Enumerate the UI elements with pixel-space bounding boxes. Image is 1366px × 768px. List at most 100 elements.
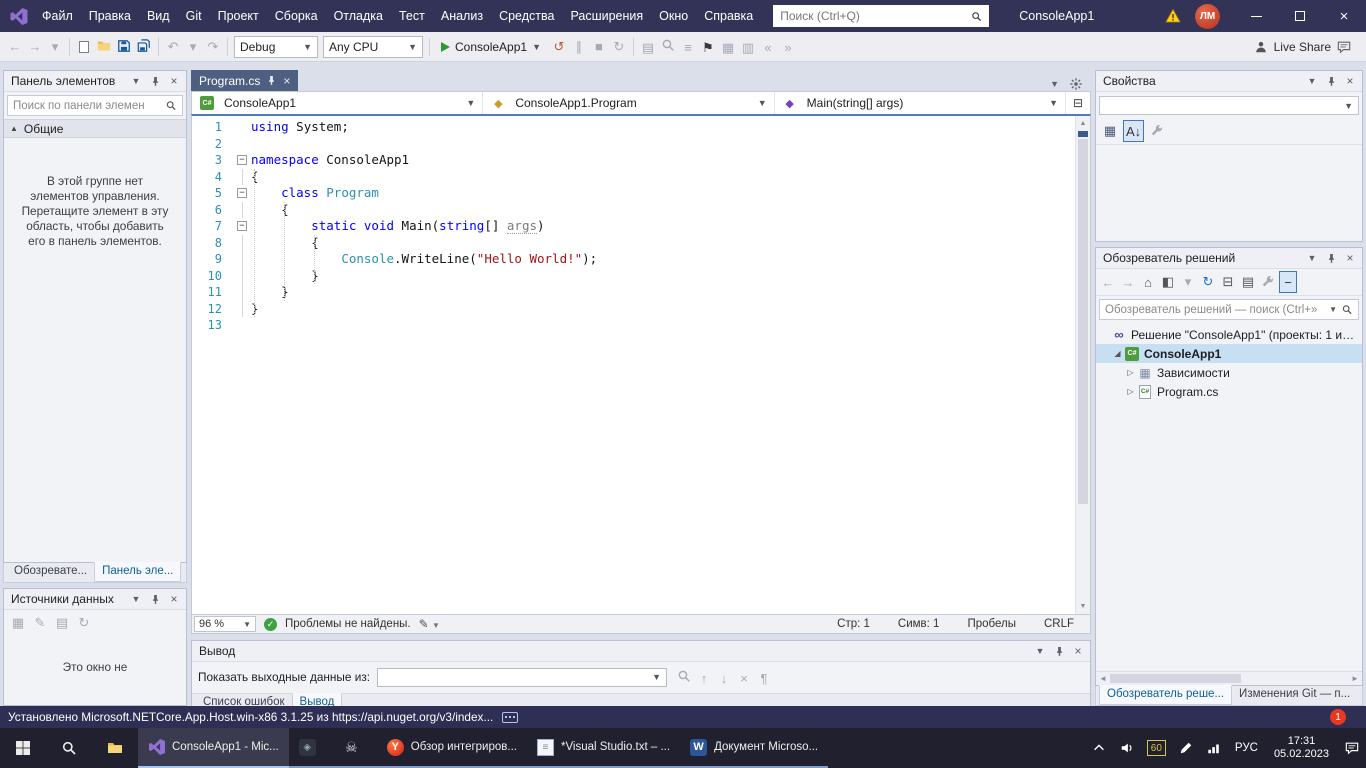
code-line-12[interactable]: 12} (192, 301, 1075, 318)
chevron-down-icon[interactable]: ▼ (1329, 305, 1337, 314)
word-wrap-icon[interactable]: ¶ (754, 668, 774, 690)
volume-icon[interactable] (1113, 728, 1141, 768)
horizontal-scrollbar[interactable]: ◄ ► (1096, 671, 1362, 685)
network-icon[interactable] (1200, 728, 1228, 768)
hot-reload-icon[interactable]: ↺ (549, 36, 569, 58)
pin-icon[interactable] (1051, 643, 1067, 659)
tab-toolbox[interactable]: Панель эле... (94, 562, 181, 582)
close-icon[interactable]: × (166, 591, 182, 607)
code-line-13[interactable]: 13 (192, 317, 1075, 334)
edit-data-source-icon[interactable]: ✎ (30, 612, 50, 634)
gear-icon[interactable] (1069, 77, 1083, 91)
minimize-button[interactable] (1234, 0, 1278, 32)
menu-item-6[interactable]: Сборка (267, 0, 326, 32)
find-message-icon[interactable] (674, 665, 694, 687)
window-position-icon[interactable]: ▼ (1304, 250, 1320, 266)
menu-item-10[interactable]: Средства (491, 0, 562, 32)
menu-item-4[interactable]: Git (178, 0, 210, 32)
hidden-icons-button[interactable] (1085, 728, 1113, 768)
window-position-icon[interactable]: ▼ (1032, 643, 1048, 659)
restart-icon[interactable]: ↻ (609, 36, 629, 58)
menu-item-7[interactable]: Отладка (326, 0, 391, 32)
close-icon[interactable]: × (1070, 643, 1086, 659)
code-line-1[interactable]: 1using System; (192, 119, 1075, 136)
taskbar-search-button[interactable] (46, 728, 92, 768)
menu-item-3[interactable]: Вид (139, 0, 178, 32)
taskbar-button-browser[interactable]: Обзор интегриров... (377, 728, 527, 768)
code-line-8[interactable]: 8 { (192, 235, 1075, 252)
solution-configurations-combo[interactable]: Debug▼ (234, 36, 318, 58)
code-line-9[interactable]: 9 Console.WriteLine("Hello World!"); (192, 251, 1075, 268)
scroll-down-icon[interactable]: ▼ (1076, 599, 1090, 614)
uncomment-selection-icon[interactable]: ▥ (738, 37, 758, 59)
document-outline-icon[interactable]: ≡ (678, 37, 698, 59)
column-indicator[interactable]: Симв: 1 (884, 618, 954, 630)
home-icon[interactable]: ⌂ (1139, 271, 1157, 293)
line-ending-indicator[interactable]: CRLF (1030, 618, 1088, 630)
scrollbar-thumb[interactable] (1078, 139, 1088, 504)
code-line-3[interactable]: 3−namespace ConsoleApp1 (192, 152, 1075, 169)
redo-icon[interactable]: ↷ (203, 36, 223, 58)
tab-solution-explorer[interactable]: Обозреватель реше... (1099, 685, 1232, 705)
next-message-icon[interactable]: ↓ (714, 668, 734, 690)
code-surface[interactable]: 1using System;23−namespace ConsoleApp14{… (192, 116, 1075, 614)
notifications-warning-icon[interactable] (1165, 8, 1183, 24)
expander-icon[interactable]: ▷ (1124, 387, 1137, 396)
code-line-4[interactable]: 4{ (192, 169, 1075, 186)
active-files-dropdown-icon[interactable]: ▼ (1050, 79, 1059, 89)
categorized-icon[interactable]: ▦ (1100, 120, 1120, 142)
alphabetical-icon[interactable]: A↓ (1123, 120, 1144, 142)
code-editor[interactable]: 1using System;23−namespace ConsoleApp14{… (191, 114, 1091, 615)
output-source-combo[interactable]: ▼ (377, 668, 667, 687)
menu-item-13[interactable]: Справка (696, 0, 761, 32)
undo-dropdown-icon[interactable]: ▾ (183, 36, 203, 58)
property-pages-icon[interactable] (1147, 120, 1167, 142)
refresh-icon[interactable]: ↻ (1199, 271, 1217, 293)
clock[interactable]: 17:31 05.02.2023 (1265, 735, 1338, 761)
notifications-badge[interactable]: 1 (1330, 709, 1346, 725)
pin-icon[interactable] (147, 73, 163, 89)
scroll-left-icon[interactable]: ◄ (1096, 674, 1110, 683)
clear-all-icon[interactable]: × (734, 668, 754, 690)
expander-icon[interactable]: ◢ (1111, 349, 1124, 358)
scroll-right-icon[interactable]: ► (1348, 674, 1362, 683)
start-debugging-button[interactable]: ConsoleApp1 ▼ (434, 36, 548, 58)
code-line-6[interactable]: 6 { (192, 202, 1075, 219)
code-line-10[interactable]: 10 } (192, 268, 1075, 285)
code-line-2[interactable]: 2 (192, 136, 1075, 153)
menu-item-12[interactable]: Окно (651, 0, 696, 32)
solution-search-input[interactable]: Обозреватель решений — поиск (Ctrl+» ▼ (1099, 299, 1359, 320)
collapse-region-button[interactable]: − (237, 155, 247, 165)
code-line-11[interactable]: 11 } (192, 284, 1075, 301)
tab-server-explorer[interactable]: Обозревате... (7, 563, 94, 582)
undo-icon[interactable]: ↶ (163, 36, 183, 58)
type-dropdown[interactable]: ConsoleApp1.Program ▼ (483, 92, 774, 114)
tree-item-3[interactable]: ▷Зависимости (1096, 363, 1362, 382)
forward-icon[interactable]: → (1119, 271, 1137, 293)
code-line-5[interactable]: 5− class Program (192, 185, 1075, 202)
stop-debugging-icon[interactable]: ■ (589, 35, 609, 57)
previous-message-icon[interactable]: ↑ (694, 668, 714, 690)
taskbar-button-notepad[interactable]: *Visual Studio.txt – ... (527, 728, 680, 768)
navigation-history-dropdown-icon[interactable]: ▾ (45, 36, 65, 58)
start-button[interactable] (0, 728, 46, 768)
configure-data-source-icon[interactable]: ▤ (52, 612, 72, 634)
indent-mode-indicator[interactable]: Пробелы (953, 618, 1030, 630)
pin-icon[interactable] (147, 591, 163, 607)
close-button[interactable]: × (1322, 0, 1366, 32)
window-position-icon[interactable]: ▼ (128, 591, 144, 607)
file-explorer-button[interactable] (92, 728, 138, 768)
comment-selection-icon[interactable]: ▦ (718, 37, 738, 59)
vertical-scrollbar[interactable]: ▲ ▼ (1075, 116, 1090, 614)
live-share-button[interactable]: Live Share (1274, 40, 1331, 54)
save-icon[interactable] (114, 35, 134, 57)
close-icon[interactable]: × (1342, 250, 1358, 266)
taskbar-button-skull[interactable] (333, 728, 377, 768)
scrollbar-track[interactable] (1110, 672, 1348, 685)
menu-item-8[interactable]: Тест (391, 0, 433, 32)
background-tasks-icon[interactable] (502, 712, 518, 723)
split-editor-icon[interactable]: ⊟ (1066, 92, 1090, 114)
toolbox-section-general[interactable]: ▲ Общие (4, 119, 186, 138)
tree-item-2[interactable]: ◢ConsoleApp1 (1096, 344, 1362, 363)
taskbar-button-word[interactable]: Документ Microso... (680, 728, 828, 768)
